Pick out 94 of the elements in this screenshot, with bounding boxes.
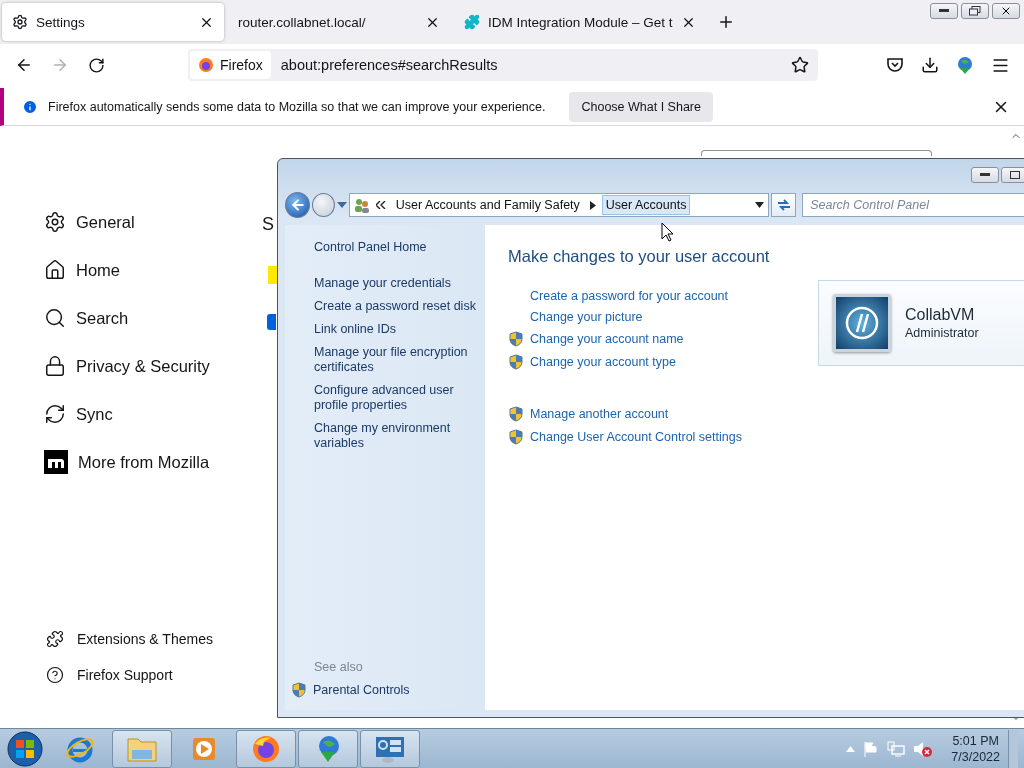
footer-link[interactable]: Extensions & Themes [46,628,213,650]
info-icon [22,98,38,115]
mozilla-logo-icon [44,450,68,474]
settings-nav-item[interactable]: Sync [44,400,210,428]
sidebar-link[interactable]: Control Panel Home [314,240,477,255]
search-field[interactable] [701,150,932,156]
gear-icon [12,14,28,30]
taskbar-button[interactable] [112,729,172,768]
back-button[interactable] [285,192,310,218]
minimize-button[interactable] [930,3,958,19]
shield-icon [508,429,524,445]
address-bar[interactable]: Firefox about:preferences#searchResults [188,49,818,81]
close-button[interactable] [992,3,1020,19]
url-text: about:preferences#searchResults [280,57,499,73]
browser-tab[interactable]: IDM Integration Module – Get t [454,3,706,41]
clock-time: 5:01 PM [952,733,999,748]
pocket-icon [886,56,904,74]
close-icon [1000,5,1012,17]
identity-box[interactable]: Firefox [190,51,271,79]
search-icon [44,307,66,329]
dropdown-arrow-icon[interactable] [755,202,765,208]
refresh-arrows-icon [775,198,792,212]
browser-tab[interactable]: Settings [2,3,224,41]
settings-nav-item[interactable]: Home [44,256,210,284]
maximize-icon [1010,171,1020,179]
control-panel-icon [374,734,406,763]
minimize-button[interactable] [971,167,999,183]
firefox-icon [198,57,214,73]
users-icon [353,197,370,213]
task-link[interactable]: Manage another account [530,407,669,421]
notification-text: Firefox automatically sends some data to Mozilla so that we can improve your experience. [48,99,546,114]
search-field[interactable]: Search Control Panel [802,193,1024,217]
taskbar-button[interactable] [360,729,420,768]
search-highlight [268,266,278,284]
forward-button[interactable] [312,193,336,217]
browser-tab[interactable]: router.collabnet.local/ [228,3,450,41]
maximize-button[interactable] [1001,167,1024,183]
firefox-icon [251,733,281,764]
forward-arrow-icon [51,56,69,74]
settings-nav-item[interactable]: More from Mozilla [44,448,210,476]
gear-icon [44,211,66,233]
sidebar-link[interactable]: Change my environment variables [314,421,477,451]
task-link[interactable]: Change your picture [530,310,643,324]
task-link[interactable]: Change User Account Control settings [530,430,742,444]
taskbar-button[interactable] [298,729,358,768]
restore-icon [969,6,981,16]
back-arrow-icon [289,197,306,213]
task-link[interactable]: Change your account name [530,332,684,346]
choose-what-i-share-button[interactable]: Choose What I Share [569,91,713,122]
address-bar[interactable]: User Accounts and Family Safety User Accounts [348,193,770,217]
restore-button[interactable] [961,3,989,19]
shield-icon [508,354,524,370]
minimize-icon [939,9,949,13]
settings-nav-item[interactable]: Privacy & Security [44,352,210,380]
account-role: Administrator [905,326,979,340]
breadcrumb-arrow-icon[interactable] [589,200,596,210]
refresh-button[interactable] [771,193,797,217]
sidebar-link[interactable]: Link online IDs [314,322,477,337]
task-link[interactable]: Change your account type [530,355,676,369]
sidebar-link[interactable]: Manage your credentials [314,276,477,291]
task-link[interactable]: Create a password for your account [530,289,729,303]
help-icon [46,666,64,684]
taskbar-button[interactable] [236,729,296,768]
clock-date: 7/3/2022 [951,749,1000,764]
shield-icon [291,682,307,698]
puzzle-icon [46,630,64,648]
sync-icon [44,403,66,425]
sidebar-link[interactable]: Configure advanced user profile properties [314,383,477,413]
sidebar-link[interactable]: Create a password reset disk [314,299,477,314]
home-icon [44,259,66,281]
section-heading: S [262,214,274,234]
sidebar-link[interactable]: Parental Controls [313,682,410,698]
download-icon [921,56,939,74]
settings-nav-item[interactable]: Search [44,304,210,332]
page-heading: Make changes to your user account [508,247,771,266]
star-icon [791,56,809,74]
shield-icon [508,331,524,347]
account-name: CollabVM [905,306,976,324]
puzzle-icon [464,14,480,30]
minimize-icon [980,173,990,177]
lock-icon [44,355,66,377]
see-also-label: See also [314,660,364,674]
double-chevron-icon [375,201,386,209]
reload-icon [87,56,105,74]
shield-icon [508,406,524,422]
breadcrumb-item[interactable]: User Accounts and Family Safety [391,195,584,215]
checkbox[interactable] [267,314,276,330]
sidebar-link[interactable]: Manage your file encryption certificates [314,345,477,375]
breadcrumb-item[interactable]: User Accounts [601,195,691,215]
muted-speaker-icon[interactable] [913,739,934,758]
globe-icon [955,55,975,75]
logo [845,306,879,340]
footer-link[interactable]: Firefox Support [46,664,213,686]
settings-nav-item[interactable]: General [44,208,210,236]
